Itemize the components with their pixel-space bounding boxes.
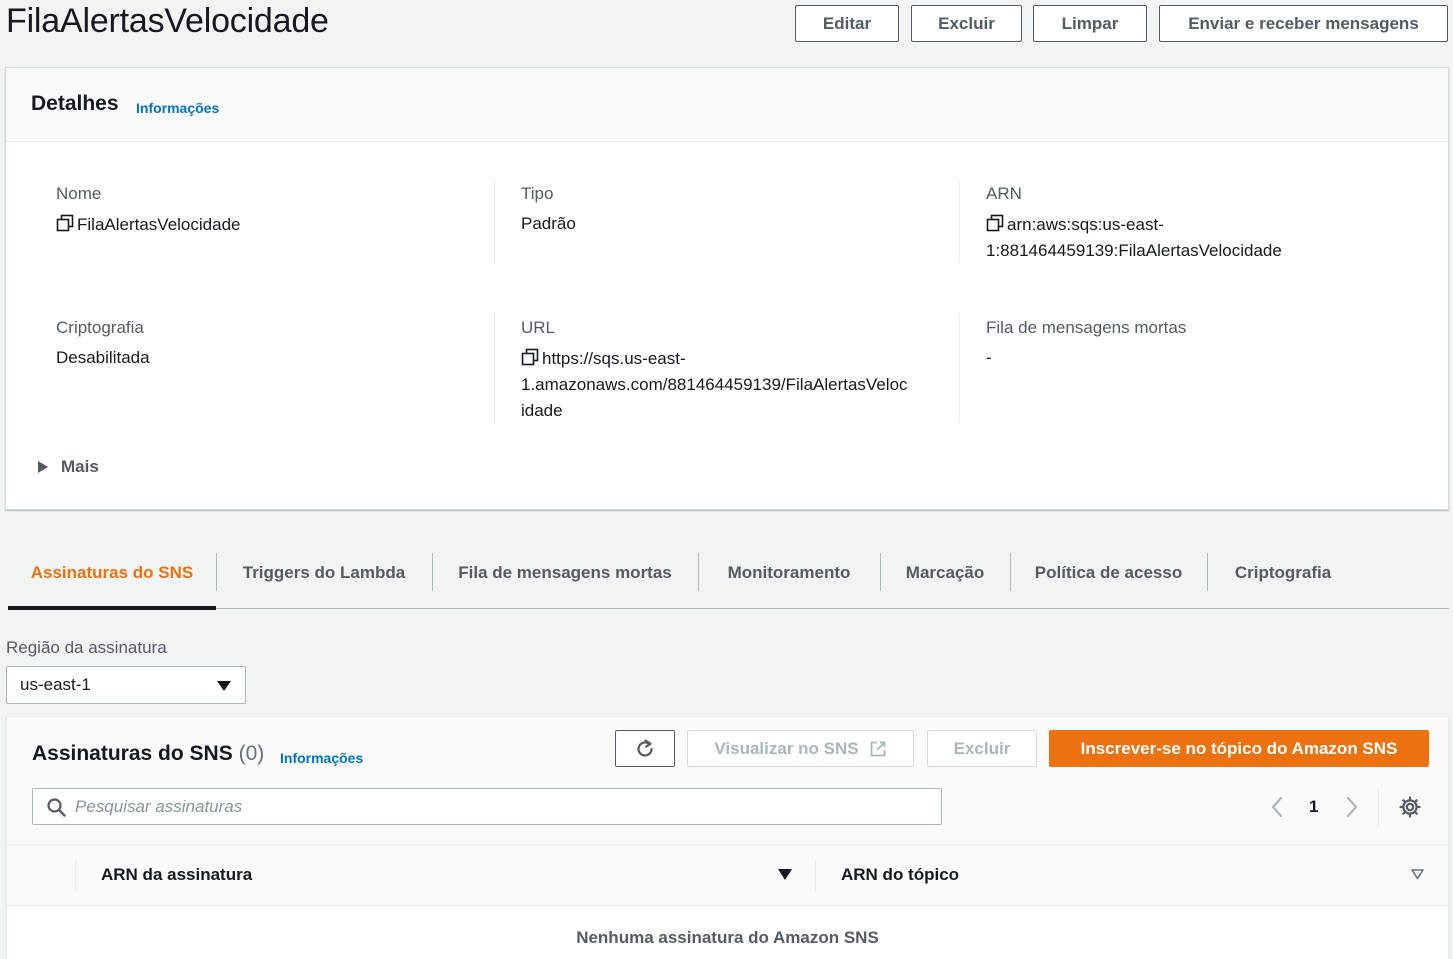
sns-title: Assinaturas do SNS (0) xyxy=(32,742,264,766)
sns-delete-button[interactable]: Excluir xyxy=(927,730,1037,767)
chevron-left-icon[interactable] xyxy=(1270,796,1284,818)
encryption-value: Desabilitada xyxy=(56,348,150,367)
copy-icon[interactable] xyxy=(986,214,1004,232)
sns-subscriptions-panel: Assinaturas do SNS (0) Informações Visua… xyxy=(6,716,1449,959)
tab-bar: Assinaturas do SNS Triggers do Lambda Fi… xyxy=(8,537,1449,610)
empty-state-message: Nenhuma assinatura do Amazon SNS xyxy=(576,928,879,947)
tab-sns-subscriptions[interactable]: Assinaturas do SNS xyxy=(8,537,216,610)
tab-monitoring[interactable]: Monitoramento xyxy=(698,537,880,609)
more-expander[interactable]: Mais xyxy=(38,457,99,477)
dlq-label: Fila de mensagens mortas xyxy=(986,318,1187,337)
subscribe-sns-topic-button[interactable]: Inscrever-se no tópico do Amazon SNS xyxy=(1049,730,1429,767)
sort-descending-icon[interactable] xyxy=(778,869,792,881)
name-label: Nome xyxy=(56,184,102,203)
chevron-right-icon[interactable] xyxy=(1345,796,1359,818)
sort-icon[interactable] xyxy=(1411,869,1424,880)
table-header: ARN da assinatura ARN do tópico xyxy=(7,844,1448,906)
column-divider xyxy=(815,859,816,891)
caret-right-icon xyxy=(38,461,48,473)
copy-icon[interactable] xyxy=(521,348,539,366)
details-info-link[interactable]: Informações xyxy=(136,100,219,116)
region-select[interactable]: us-east-1 xyxy=(6,666,246,704)
type-value: Padrão xyxy=(521,214,576,233)
name-value: FilaAlertasVelocidade xyxy=(56,212,240,238)
url-value: https://sqs.us-east- 1.amazonaws.com/881… xyxy=(521,346,908,424)
column-divider xyxy=(494,179,495,263)
column-divider xyxy=(959,179,960,263)
column-divider xyxy=(494,313,495,423)
purge-button[interactable]: Limpar xyxy=(1033,5,1147,42)
arn-line-2: 1:881464459139:FilaAlertasVelocidade xyxy=(986,241,1282,260)
delete-button[interactable]: Excluir xyxy=(911,5,1022,42)
url-line-3: idade xyxy=(521,401,563,420)
sns-header: Assinaturas do SNS (0) Informações Visua… xyxy=(7,717,1448,844)
search-icon xyxy=(47,798,66,817)
name-text: FilaAlertasVelocidade xyxy=(77,215,241,234)
external-link-icon xyxy=(870,741,886,756)
column-divider xyxy=(75,859,76,891)
encryption-label: Criptografia xyxy=(56,318,144,337)
region-label: Região da assinatura xyxy=(6,638,167,657)
pager-divider xyxy=(1378,787,1379,827)
page-title: FilaAlertasVelocidade xyxy=(6,2,329,40)
refresh-button[interactable] xyxy=(615,730,675,767)
column-subscription-arn[interactable]: ARN da assinatura xyxy=(101,865,252,885)
details-header: Detalhes Informações xyxy=(6,68,1448,142)
arn-label: ARN xyxy=(986,184,1022,203)
arn-value: arn:aws:sqs:us-east- 1:881464459139:Fila… xyxy=(986,212,1282,264)
search-input[interactable] xyxy=(75,789,925,824)
gear-icon[interactable] xyxy=(1399,796,1421,818)
sns-info-link[interactable]: Informações xyxy=(280,750,363,766)
tab-dead-letter-queue[interactable]: Fila de mensagens mortas xyxy=(432,537,698,609)
url-line-2: 1.amazonaws.com/881464459139/FilaAlertas… xyxy=(521,375,908,394)
type-label: Tipo xyxy=(521,184,554,203)
url-line-1: https://sqs.us-east- xyxy=(542,349,686,368)
caret-down-icon xyxy=(217,681,231,691)
sns-title-text: Assinaturas do SNS xyxy=(32,742,233,765)
edit-button[interactable]: Editar xyxy=(795,5,899,42)
more-label: Mais xyxy=(61,457,99,476)
region-selected-value: us-east-1 xyxy=(20,675,91,694)
column-divider xyxy=(959,313,960,423)
url-label: URL xyxy=(521,318,556,337)
page-number[interactable]: 1 xyxy=(1309,797,1318,817)
refresh-icon xyxy=(637,738,653,757)
details-title: Detalhes xyxy=(31,92,119,115)
arn-line-1: arn:aws:sqs:us-east- xyxy=(1007,215,1164,234)
tab-encryption[interactable]: Criptografia xyxy=(1207,537,1359,609)
view-in-sns-button[interactable]: Visualizar no SNS xyxy=(687,730,914,767)
tab-tagging[interactable]: Marcação xyxy=(880,537,1010,609)
tab-lambda-triggers[interactable]: Triggers do Lambda xyxy=(216,537,432,609)
dlq-value: - xyxy=(986,348,992,367)
search-box xyxy=(32,788,942,825)
view-in-sns-label: Visualizar no SNS xyxy=(714,738,859,758)
send-receive-button[interactable]: Enviar e receber mensagens xyxy=(1159,5,1448,42)
tab-access-policy[interactable]: Política de acesso xyxy=(1010,537,1207,609)
sns-count: (0) xyxy=(238,742,265,765)
column-topic-arn[interactable]: ARN do tópico xyxy=(841,865,959,885)
copy-icon[interactable] xyxy=(56,214,74,232)
details-panel: Detalhes Informações Nome FilaAlertasVel… xyxy=(5,67,1449,510)
